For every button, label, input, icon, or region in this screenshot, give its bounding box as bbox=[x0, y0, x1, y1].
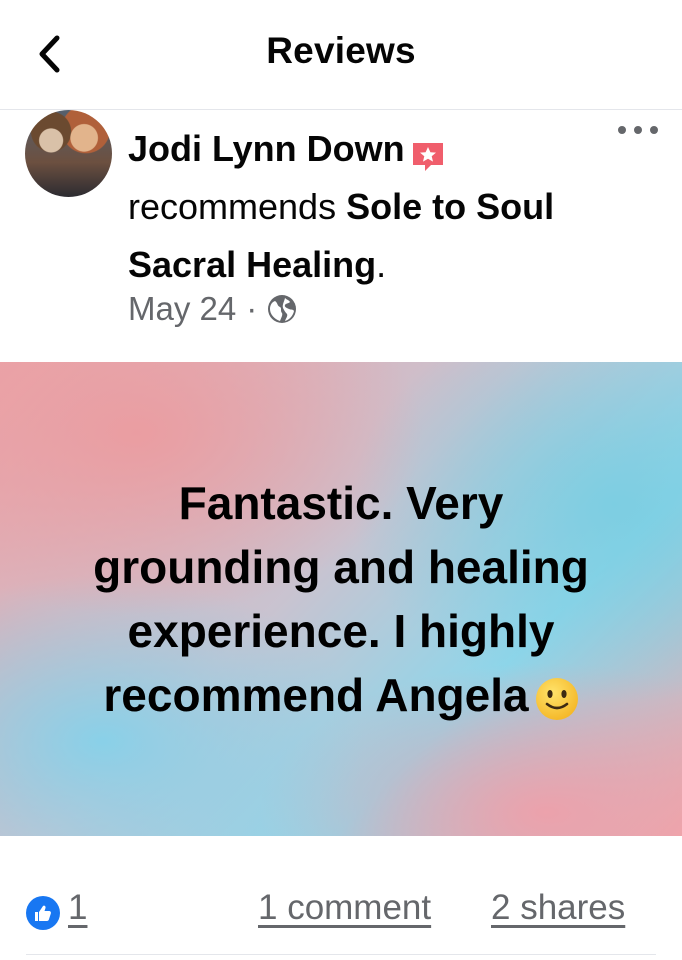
reaction-count[interactable]: 1 bbox=[68, 888, 87, 928]
recommendation-star-icon bbox=[411, 132, 445, 172]
more-dots-icon bbox=[618, 126, 626, 134]
page-title: Reviews bbox=[266, 30, 416, 71]
more-dot bbox=[634, 126, 642, 134]
meta-separator: · bbox=[246, 290, 258, 327]
top-bar: Reviews bbox=[0, 0, 682, 110]
shares-link[interactable]: 2 shares bbox=[491, 888, 625, 928]
post-header: Jodi Lynn Down recommends Sole to Soul S… bbox=[0, 110, 682, 362]
author-name[interactable]: Jodi Lynn Down bbox=[128, 128, 405, 169]
review-text: Fantastic. Very grounding and healing ex… bbox=[93, 477, 589, 721]
slightly-smiling-face-icon bbox=[535, 673, 579, 720]
comments-link[interactable]: 1 comment bbox=[258, 888, 431, 928]
page-name-suffix: . bbox=[376, 244, 387, 285]
post-date[interactable]: May 24 bbox=[128, 290, 236, 328]
more-options-button[interactable] bbox=[618, 120, 658, 140]
divider bbox=[26, 954, 656, 955]
avatar[interactable] bbox=[25, 110, 112, 197]
engagement-bar: 1 1 comment 2 shares bbox=[0, 836, 682, 960]
action-text: recommends bbox=[128, 186, 337, 227]
post-headline: Jodi Lynn Down recommends Sole to Soul S… bbox=[128, 120, 598, 294]
review-body: Fantastic. Very grounding and healing ex… bbox=[61, 471, 621, 727]
globe-icon bbox=[268, 295, 297, 323]
post-meta: May 24 · bbox=[128, 290, 297, 328]
thumbs-up-icon bbox=[26, 896, 60, 930]
more-dot bbox=[650, 126, 658, 134]
review-text-card: Fantastic. Very grounding and healing ex… bbox=[0, 362, 682, 836]
